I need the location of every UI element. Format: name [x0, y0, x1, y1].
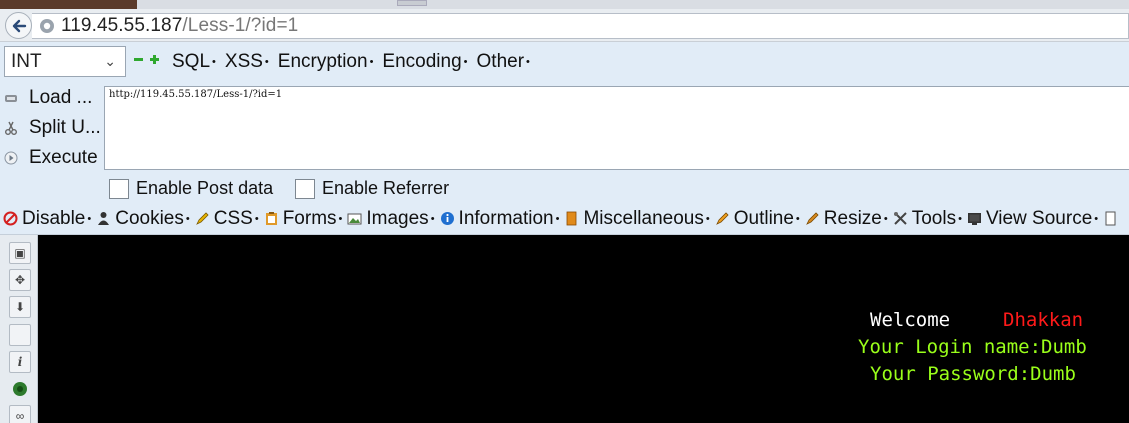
forms-clipboard-icon [265, 212, 277, 225]
web-developer-toolbar: Disable • Cookies • CSS • Forms • Images • In… [0, 203, 1129, 235]
hackbar-workarea: Load ... Split U... Execute http://119.4… [0, 83, 1129, 175]
information-icon [440, 212, 454, 225]
page-content: Welcome Dhakkan Your Login name:Dumb You… [38, 235, 1129, 423]
wd-information-label: Information [458, 207, 554, 229]
wd-cookies-menu[interactable]: Cookies • [96, 208, 190, 230]
hackbar-menu: SQL • XSS • Encryption • Encoding • Other • [172, 51, 539, 73]
screenshot-icon[interactable]: ▣ [9, 242, 31, 264]
url-text: 119.45.55.187/Less-1/?id=1 [61, 15, 298, 37]
back-button[interactable] [5, 12, 32, 39]
menu-encryption-label: Encryption [277, 51, 368, 72]
wd-tools-label: Tools [911, 207, 957, 229]
wd-disable-menu[interactable]: Disable • [3, 208, 91, 230]
scissors-icon [5, 121, 17, 135]
wd-css-label: CSS [213, 207, 253, 229]
blank-icon[interactable] [9, 324, 31, 346]
url-path: /Less-1/?id=1 [182, 15, 299, 36]
decrement-icon[interactable] [134, 58, 143, 61]
document-icon [1105, 211, 1116, 226]
menu-other-label: Other [476, 51, 525, 72]
wd-forms-menu[interactable]: Forms • [264, 207, 342, 230]
globe-icon [40, 19, 54, 33]
miscellaneous-icon [567, 211, 577, 226]
hackbar-options: Enable Post data Enable Referrer [0, 175, 1129, 203]
menu-encryption[interactable]: Encryption • [278, 51, 374, 73]
wd-information-menu[interactable]: Information • [440, 207, 559, 230]
wd-tools-menu[interactable]: Tools • [893, 208, 962, 230]
split-url-label: Split U... [29, 117, 101, 138]
menu-sql[interactable]: SQL • [172, 51, 216, 73]
tab-strip [0, 0, 1129, 9]
shield-icon[interactable] [9, 378, 31, 400]
active-tab-edge[interactable] [0, 0, 137, 9]
chevron-down-icon: ⌄ [104, 53, 116, 69]
navigation-bar: 119.45.55.187/Less-1/?id=1 [0, 9, 1129, 42]
tools-icon [893, 212, 907, 225]
load-url-button[interactable]: Load ... [4, 86, 92, 110]
vertical-sidebar: ▣ ✥ ⬇ i ∞ [0, 235, 38, 423]
disable-icon [3, 211, 18, 226]
wd-miscellaneous-label: Miscellaneous [583, 207, 704, 229]
enable-post-label: Enable Post data [136, 178, 274, 198]
puzzle-icon[interactable]: ✥ [9, 269, 31, 291]
css-pencil-icon [195, 212, 209, 225]
menu-encoding-label: Encoding [382, 51, 462, 72]
tab-strip-handle [397, 0, 427, 6]
menu-xss[interactable]: XSS • [225, 51, 269, 73]
back-arrow-icon [12, 19, 26, 32]
enable-referrer-box[interactable] [295, 178, 315, 199]
wd-outline-menu[interactable]: Outline • [715, 208, 800, 230]
view-source-icon [967, 213, 981, 225]
wd-view-source-label: View Source [985, 207, 1093, 229]
payload-text: http://119.45.55.187/Less-1/?id=1 [109, 89, 283, 100]
link-icon[interactable]: ∞ [9, 405, 31, 423]
address-bar[interactable]: 119.45.55.187/Less-1/?id=1 [32, 13, 1129, 39]
increment-icon[interactable] [150, 55, 159, 64]
execute-button[interactable]: Execute [4, 146, 98, 170]
password-result: Your Password:Dumb [870, 363, 1076, 385]
split-url-button[interactable]: Split U... [4, 116, 101, 140]
load-icon [5, 95, 17, 102]
wd-forms-label: Forms [282, 207, 337, 229]
menu-xss-label: XSS [224, 51, 263, 72]
shield-graphic [13, 382, 27, 396]
wd-view-source-menu[interactable]: View Source • [967, 208, 1098, 230]
type-select[interactable]: INT ⌄ [4, 46, 126, 77]
menu-encoding[interactable]: Encoding • [382, 51, 467, 73]
increment-controls [134, 55, 159, 64]
images-icon [347, 213, 362, 225]
url-host: 119.45.55.187 [61, 15, 183, 36]
resize-icon [805, 212, 819, 225]
enable-referrer-checkbox[interactable]: Enable Referrer [295, 178, 449, 199]
cookies-icon [98, 212, 110, 225]
login-name-result: Your Login name:Dumb [858, 336, 1087, 358]
wd-images-menu[interactable]: Images • [347, 207, 435, 230]
wd-css-menu[interactable]: CSS • [195, 208, 259, 230]
wd-disable-label: Disable [22, 207, 86, 229]
wd-cookies-label: Cookies [115, 207, 184, 229]
menu-sql-label: SQL [172, 51, 211, 72]
enable-post-box[interactable] [109, 178, 129, 199]
execute-label: Execute [29, 147, 98, 168]
enable-post-checkbox[interactable]: Enable Post data [109, 178, 273, 199]
play-icon [4, 151, 18, 165]
info-italic-icon[interactable]: i [9, 351, 31, 373]
type-select-value: INT [11, 50, 42, 72]
wd-miscellaneous-menu[interactable]: Miscellaneous • [564, 207, 710, 230]
wd-resize-label: Resize [823, 207, 882, 229]
user-name: Dhakkan [1003, 309, 1084, 331]
payload-textarea[interactable]: http://119.45.55.187/Less-1/?id=1 [104, 86, 1129, 170]
hackbar-toolbar: INT ⌄ SQL • XSS • Encryption • Encoding • Ot… [0, 42, 1129, 83]
wd-images-label: Images [366, 207, 429, 229]
download-icon[interactable]: ⬇ [9, 296, 31, 318]
enable-referrer-label: Enable Referrer [322, 178, 450, 198]
welcome-text: Welcome [870, 309, 951, 331]
load-url-label: Load ... [29, 87, 93, 108]
menu-other[interactable]: Other • [477, 51, 530, 73]
wd-overflow-icon[interactable] [1103, 211, 1122, 226]
outline-pencil-icon [715, 212, 729, 225]
wd-outline-label: Outline [733, 207, 794, 229]
wd-resize-menu[interactable]: Resize • [805, 208, 888, 230]
